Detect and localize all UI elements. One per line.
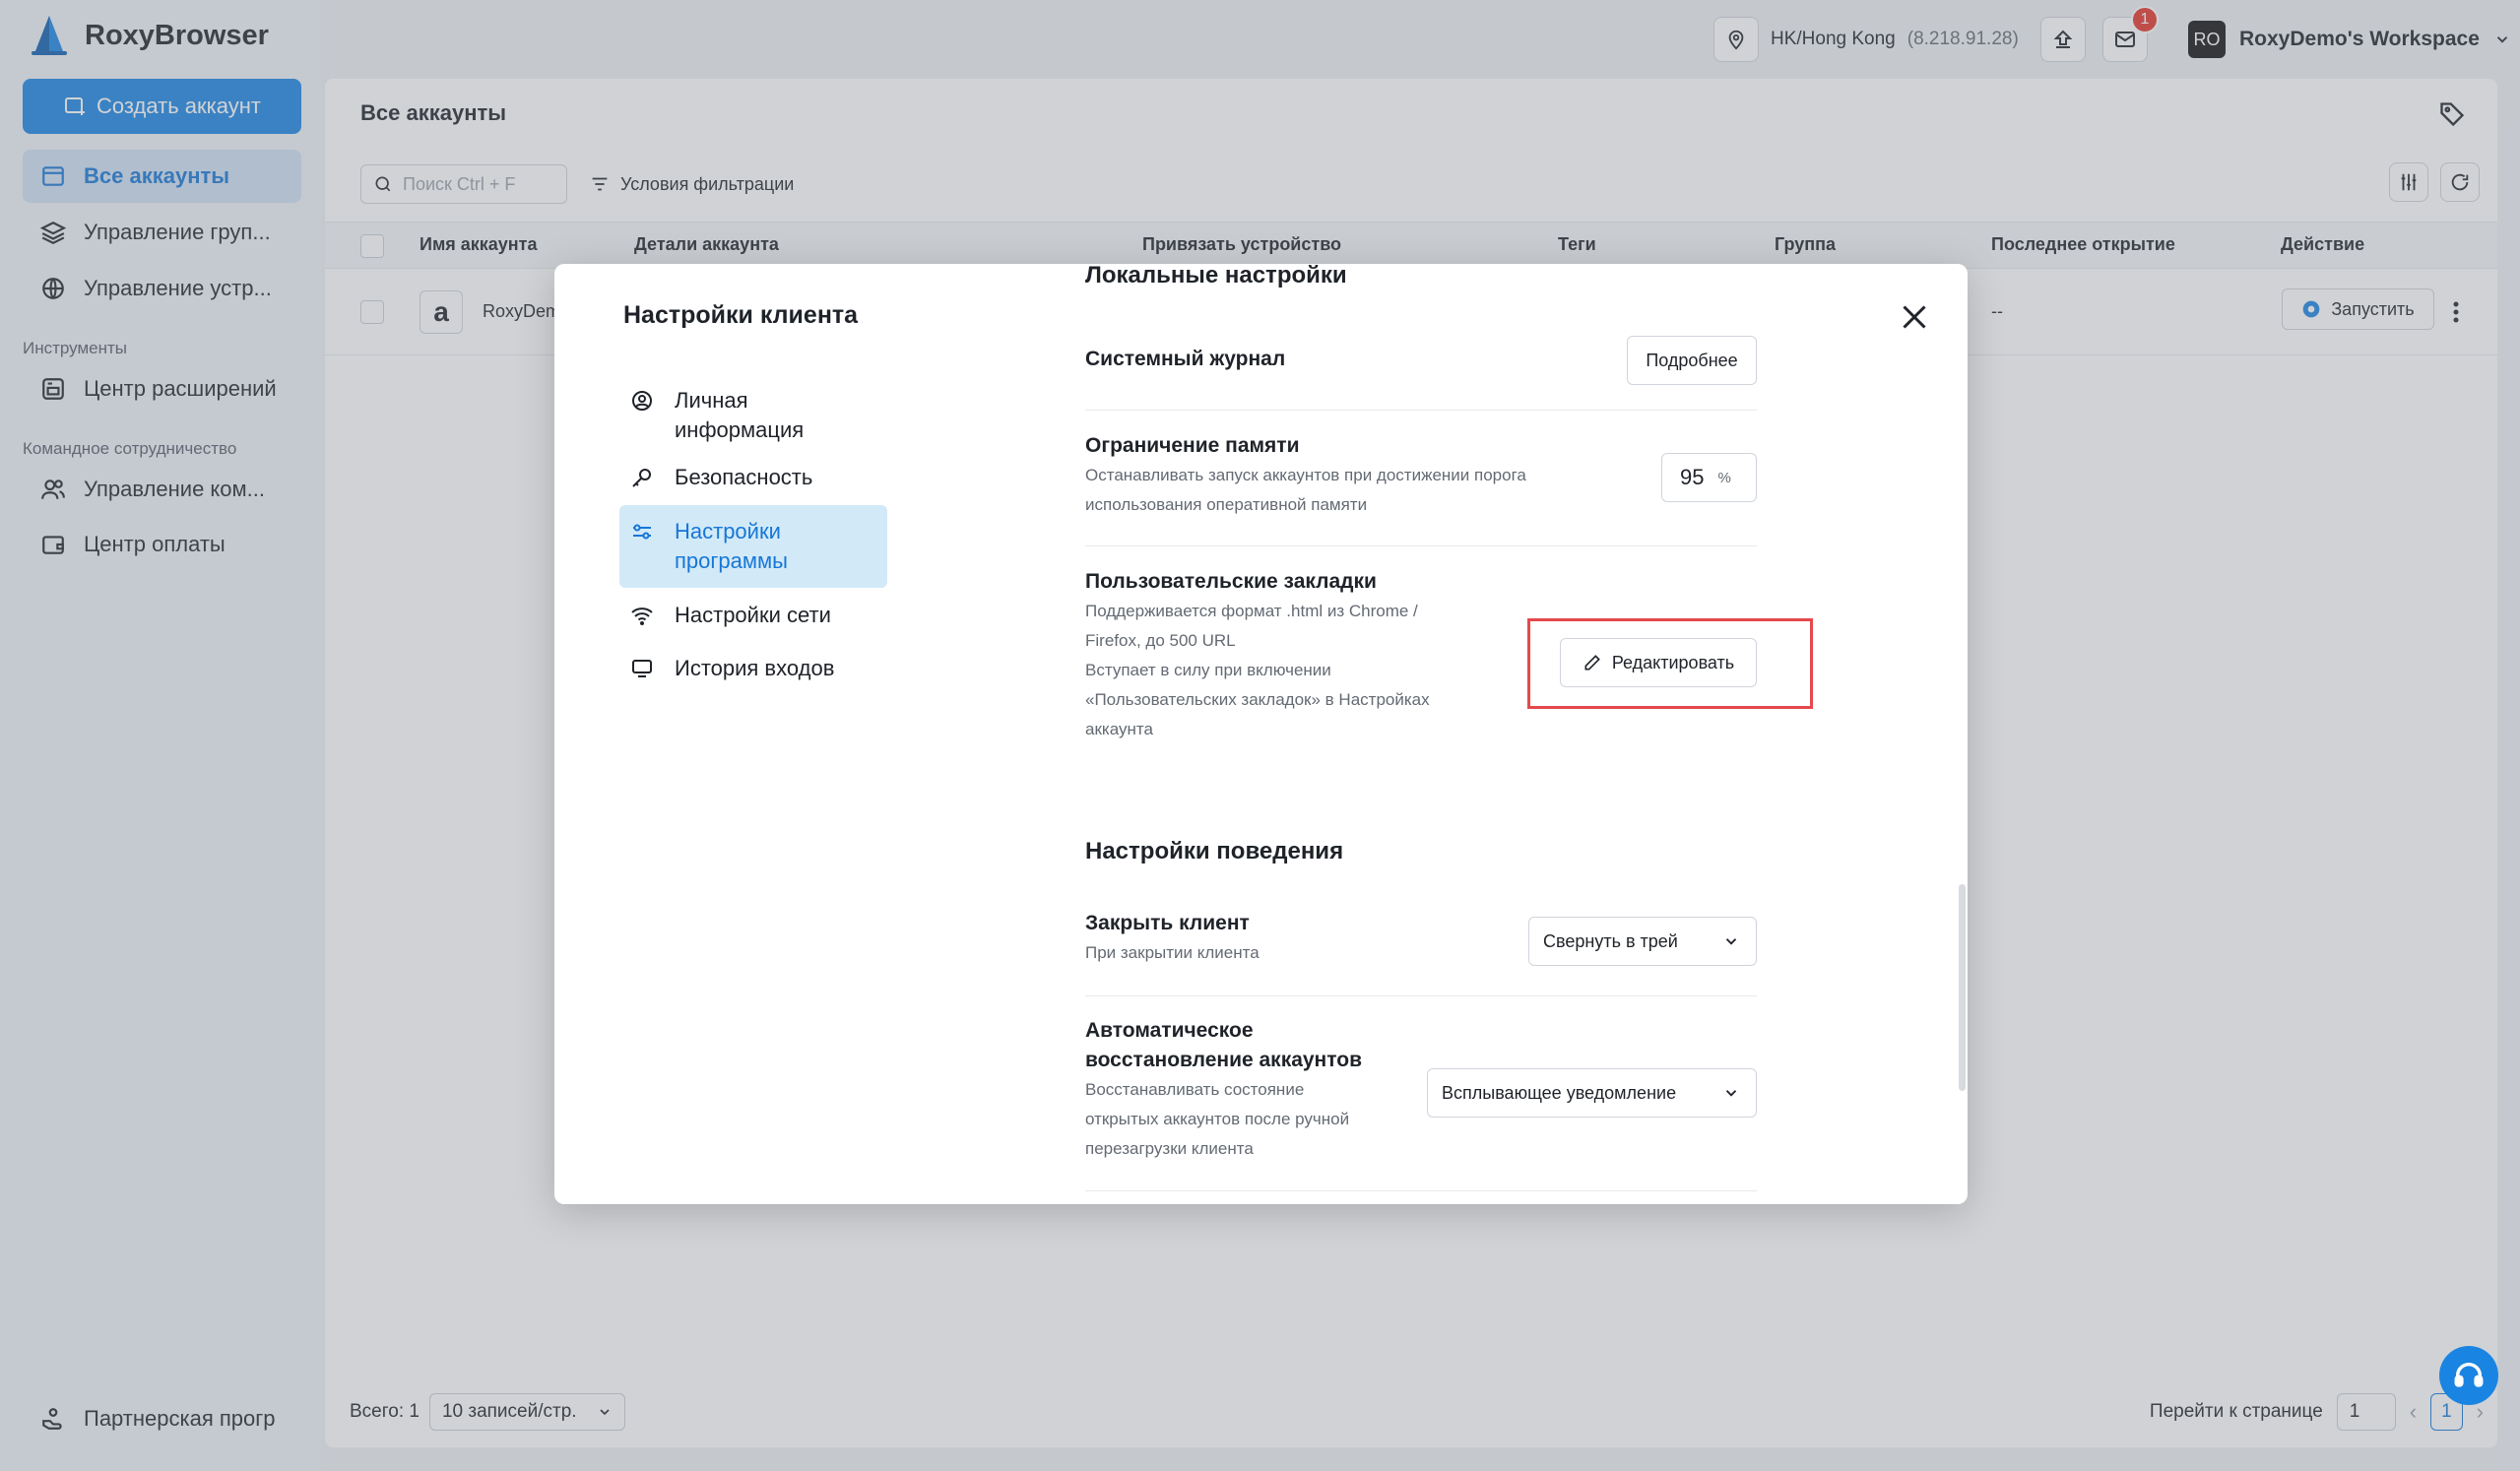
- close-client-desc: При закрытии клиента: [1085, 943, 1260, 962]
- bookmarks-desc-4: «Пользовательских закладок» в Настройках: [1085, 690, 1430, 709]
- bookmarks-desc-1: Поддерживается формат .html из Chrome /: [1085, 602, 1418, 620]
- system-log-title: Системный журнал: [1085, 348, 1286, 370]
- auto-restore-desc-3: перезагрузки клиента: [1085, 1139, 1254, 1158]
- memory-limit-desc-1: Останавливать запуск аккаунтов при дости…: [1085, 466, 1526, 484]
- headset-icon: [2454, 1363, 2484, 1387]
- memory-limit-unit: %: [1717, 469, 1731, 486]
- settings-nav-program[interactable]: Настройки программы: [619, 505, 887, 588]
- edit-bookmarks-button[interactable]: Редактировать: [1560, 638, 1757, 687]
- divider: [1085, 545, 1757, 546]
- dialog-title: Настройки клиента: [623, 301, 859, 329]
- dialog-scrollbar[interactable]: [1959, 884, 1966, 1091]
- settings-nav-security[interactable]: Безопасность: [619, 451, 880, 504]
- auto-restore-title-2: восстановление аккаунтов: [1085, 1049, 1362, 1071]
- user-circle-icon: [632, 391, 652, 411]
- settings-sliders-icon: [633, 524, 651, 540]
- divider: [1085, 995, 1757, 996]
- memory-limit-input[interactable]: 95 %: [1661, 453, 1757, 502]
- settings-nav-login-history[interactable]: История входов: [619, 642, 880, 695]
- auto-restore-desc-2: открытых аккаунтов после ручной: [1085, 1110, 1350, 1128]
- divider: [1085, 410, 1757, 411]
- auto-restore-title-1: Автоматическое: [1085, 1019, 1254, 1042]
- settings-nav-personal[interactable]: Личная информация: [619, 374, 880, 457]
- settings-nav-network[interactable]: Настройки сети: [619, 589, 880, 642]
- system-log-details-button[interactable]: Подробнее: [1627, 336, 1757, 385]
- auto-restore-desc-1: Восстанавливать состояние: [1085, 1080, 1305, 1099]
- bookmarks-desc-3: Вступает в силу при включении: [1085, 661, 1331, 679]
- bookmarks-desc-2: Firefox, до 500 URL: [1085, 631, 1236, 650]
- wifi-icon: [631, 608, 653, 625]
- memory-limit-desc-2: использования оперативной памяти: [1085, 495, 1368, 514]
- support-button[interactable]: [2439, 1346, 2498, 1405]
- close-client-title: Закрыть клиент: [1085, 912, 1250, 934]
- close-client-select[interactable]: Свернуть в трей: [1528, 917, 1757, 966]
- bookmarks-title: Пользовательские закладки: [1085, 570, 1377, 593]
- auto-restore-select[interactable]: Всплывающее уведомление: [1427, 1068, 1757, 1118]
- memory-limit-value: 95: [1680, 465, 1705, 489]
- divider: [1085, 1190, 1757, 1191]
- client-settings-dialog: Настройки клиента Личная информация Безо…: [554, 264, 1968, 1204]
- memory-limit-title: Ограничение памяти: [1085, 434, 1300, 457]
- local-settings-heading: Локальные настройки: [1085, 264, 1347, 288]
- close-icon[interactable]: [1897, 299, 1932, 335]
- bookmarks-desc-5: аккаунта: [1085, 720, 1153, 738]
- monitor-icon: [632, 660, 652, 677]
- pencil-icon: [1584, 655, 1600, 671]
- behavior-settings-heading: Настройки поведения: [1085, 838, 1344, 864]
- chevron-down-icon: [1725, 1090, 1737, 1097]
- chevron-down-icon: [1725, 938, 1737, 945]
- key-icon: [632, 469, 651, 487]
